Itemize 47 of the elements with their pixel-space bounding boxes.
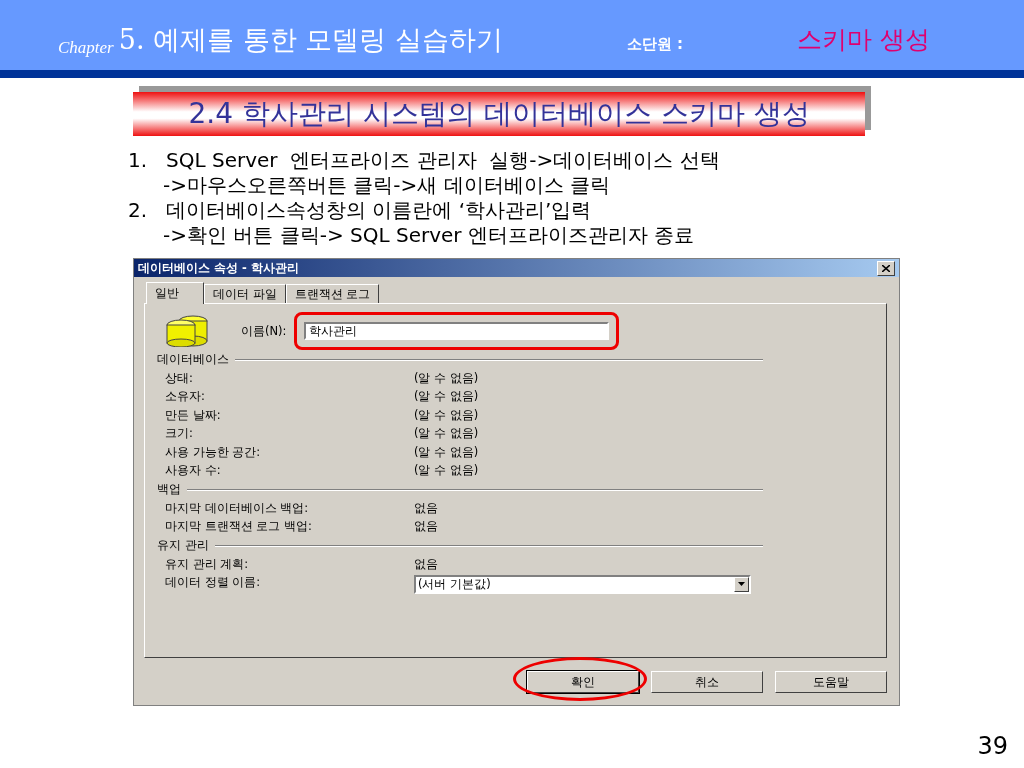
property-label: 데이터 정렬 이름: — [165, 575, 262, 591]
property-label: 사용 가능한 공간: — [165, 444, 262, 460]
step-number: 2. — [128, 198, 149, 224]
dialog-button[interactable]: 확인 — [527, 671, 639, 693]
caret-icon — [738, 582, 745, 587]
step-number: 1. — [128, 148, 149, 174]
property-value: (알 수 없음) — [414, 444, 479, 460]
property-value: 없음 — [414, 556, 438, 572]
name-field[interactable]: 학사관리 — [304, 322, 610, 340]
dialog-button[interactable]: 취소 — [651, 671, 763, 693]
property-value: (알 수 없음) — [414, 463, 479, 479]
section-title: 데이터베이스 — [157, 352, 229, 367]
property-value: (알 수 없음) — [414, 370, 479, 386]
chapter-title: 5. 예제를 통한 모델링 실습하기 — [118, 23, 504, 57]
property-label: 마지막 데이터베이스 백업: — [165, 500, 310, 516]
window-title: 데이터베이스 속성 - 학사관리 — [138, 260, 299, 276]
step-text: ->마우스오른쪽버튼 클릭->새 데이터베이스 클릭 — [163, 173, 612, 198]
step-text: 데이터베이스속성창의 이름란에 ‘학사관리’입력 — [166, 198, 593, 223]
property-value: (알 수 없음) — [414, 426, 479, 442]
close-button[interactable] — [877, 260, 895, 276]
property-value: 없음 — [414, 519, 438, 535]
tab[interactable]: 데이터 파일 — [204, 284, 286, 303]
subunit-label: 소단원 : — [626, 35, 684, 54]
step-text: ->확인 버튼 클릭-> SQL Server 엔터프라이즈관리자 종료 — [163, 223, 695, 248]
database-icon — [165, 315, 211, 347]
property-label: 마지막 트랜잭션 로그 백업: — [165, 519, 313, 535]
property-label: 사용자 수: — [165, 463, 222, 479]
tab[interactable]: 트랜잭션 로그 — [285, 284, 380, 303]
collation-dropdown[interactable]: (서버 기본값) — [414, 574, 751, 594]
property-label: 상태: — [165, 370, 194, 386]
property-value: (알 수 없음) — [414, 407, 479, 423]
name-label: 이름(N): — [241, 323, 287, 339]
section-title: 백업 — [157, 482, 181, 497]
property-label: 만든 날짜: — [165, 407, 222, 423]
dialog-button[interactable]: 도움말 — [775, 671, 887, 693]
property-label: 유지 관리 계획: — [165, 556, 250, 572]
tab[interactable]: 일반 — [146, 282, 204, 304]
property-label: 소유자: — [165, 389, 206, 405]
property-label: 크기: — [165, 426, 194, 442]
close-icon — [882, 264, 890, 272]
page-number: 39 — [977, 732, 1008, 760]
property-value: (알 수 없음) — [414, 389, 479, 405]
subunit-title: 스키마 생성 — [796, 24, 930, 56]
step-text: SQL Server 엔터프라이즈 관리자 실행->데이터베이스 선택 — [166, 148, 720, 173]
property-value: 없음 — [414, 500, 438, 516]
chapter-label: Chapter — [58, 38, 114, 58]
section-title: 유지 관리 — [157, 538, 209, 553]
